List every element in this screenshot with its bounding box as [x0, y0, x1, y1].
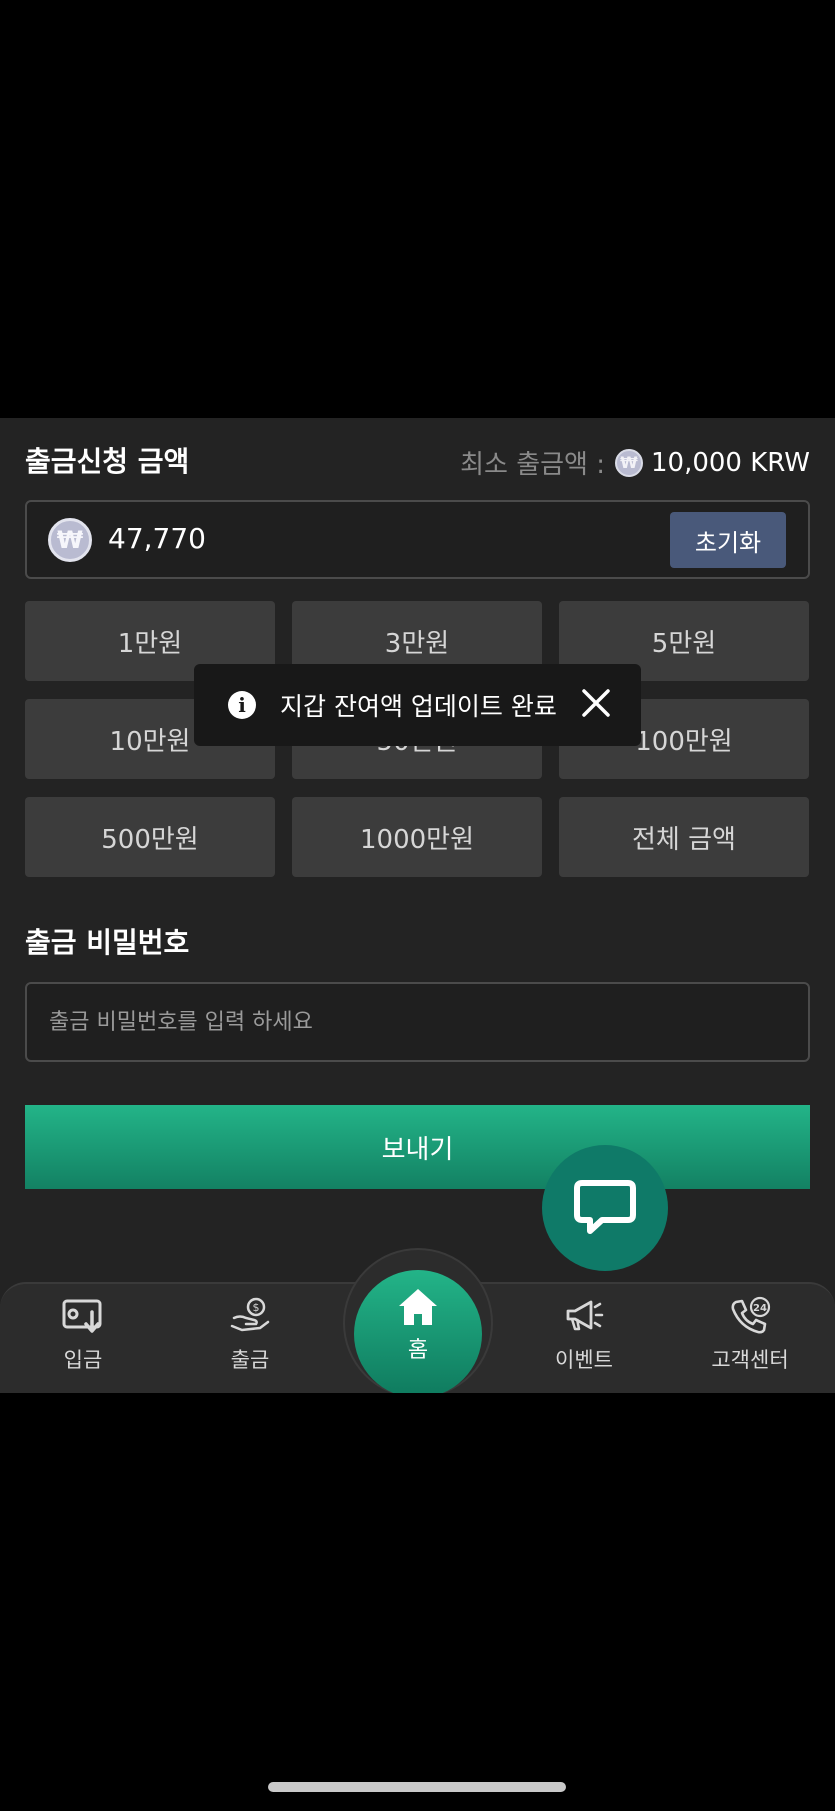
withdraw-coin-hand-icon: $ [230, 1297, 270, 1332]
nav-support[interactable]: 24 고객센터 [690, 1296, 810, 1376]
svg-text:$: $ [253, 1301, 260, 1314]
password-title: 출금 비밀번호 [25, 926, 190, 959]
min-withdraw-value: 10,000 KRW [650, 447, 810, 478]
amount-value: 47,770 [108, 522, 206, 555]
nav-deposit[interactable]: 입금 [23, 1296, 143, 1376]
send-button[interactable]: 보내기 [25, 1105, 810, 1189]
megaphone-icon [566, 1300, 604, 1331]
withdraw-amount-title: 출금신청 금액 [25, 445, 190, 478]
nav-event-label: 이벤트 [555, 1348, 613, 1372]
nav-withdraw-label: 출금 [230, 1348, 270, 1372]
reset-button[interactable]: 초기화 [670, 512, 786, 568]
chat-bubble-icon [574, 1180, 636, 1234]
amount-field[interactable]: ₩ 47,770 초기화 [25, 500, 810, 579]
home-indicator[interactable] [268, 1782, 566, 1792]
deposit-wallet-icon [62, 1299, 102, 1333]
toast-message: 지갑 잔여액 업데이트 완료 [280, 692, 557, 721]
nav-home[interactable]: 홈 [354, 1270, 482, 1398]
won-coin-icon: ₩ [48, 518, 92, 562]
quick-amount-button[interactable]: 1000만원 [292, 797, 542, 877]
won-coin-icon: ₩ [614, 448, 643, 477]
close-icon[interactable] [579, 686, 613, 720]
nav-withdraw[interactable]: $ 출금 [190, 1296, 310, 1376]
toast-notification: i 지갑 잔여액 업데이트 완료 [194, 664, 641, 746]
nav-support-label: 고객센터 [711, 1348, 789, 1372]
svg-text:24: 24 [753, 1303, 767, 1314]
all-amount-button[interactable]: 전체 금액 [559, 797, 809, 877]
quick-amount-button[interactable]: 500만원 [25, 797, 275, 877]
nav-home-label: 홈 [407, 1338, 429, 1363]
info-icon: i [228, 691, 256, 719]
chat-button[interactable] [542, 1145, 668, 1271]
min-withdraw-label: 최소 출금액 : [460, 450, 605, 480]
nav-event[interactable]: 이벤트 [524, 1296, 644, 1376]
min-withdraw-info: 최소 출금액 : ₩ 10,000 KRW [460, 444, 810, 481]
support-phone-24-icon: 24 [731, 1296, 771, 1334]
bottom-empty-area [0, 1393, 835, 1811]
nav-deposit-label: 입금 [63, 1348, 103, 1372]
password-input[interactable] [25, 982, 810, 1062]
home-icon [399, 1289, 437, 1325]
